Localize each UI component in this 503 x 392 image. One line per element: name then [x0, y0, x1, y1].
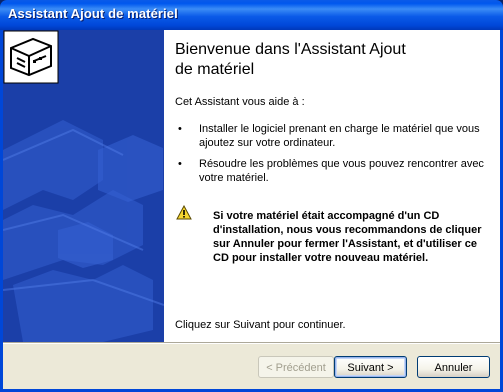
- back-button[interactable]: < Précédent: [258, 356, 334, 378]
- page-title-line-2: de matériel: [175, 61, 255, 78]
- bullet-icon: •: [178, 123, 182, 135]
- page-title: Bienvenue dans l'Assistant Ajout de maté…: [175, 40, 485, 80]
- warning-message: Si votre matériel était accompagné d'un …: [213, 210, 482, 264]
- list-item: • Installer le logiciel prenant en charg…: [175, 122, 480, 152]
- wizard-window: Assistant Ajout de matériel Bienvenue da…: [0, 0, 503, 392]
- list-item-text: Résoudre les problèmes que vous pouvez r…: [199, 158, 484, 184]
- button-divider: [3, 342, 500, 344]
- hardware-card-icon: [3, 30, 59, 84]
- wizard-side-banner: [3, 30, 164, 342]
- cancel-button[interactable]: Annuler: [417, 356, 490, 378]
- wizard-page: Bienvenue dans l'Assistant Ajout de maté…: [3, 30, 500, 342]
- page-title-line-1: Bienvenue dans l'Assistant Ajout: [175, 41, 406, 58]
- title-bar[interactable]: Assistant Ajout de matériel: [0, 0, 503, 30]
- warning-icon: [176, 205, 192, 220]
- dialog-client-area: Bienvenue dans l'Assistant Ajout de maté…: [3, 30, 500, 389]
- next-button[interactable]: Suivant >: [334, 356, 407, 378]
- bullet-icon: •: [178, 158, 182, 170]
- continue-instruction: Cliquez sur Suivant pour continuer.: [175, 319, 346, 331]
- window-title: Assistant Ajout de matériel: [8, 6, 178, 21]
- list-item-text: Installer le logiciel prenant en charge …: [199, 123, 480, 149]
- intro-text: Cet Assistant vous aide à :: [175, 96, 305, 108]
- list-item: • Résoudre les problèmes que vous pouvez…: [175, 157, 484, 187]
